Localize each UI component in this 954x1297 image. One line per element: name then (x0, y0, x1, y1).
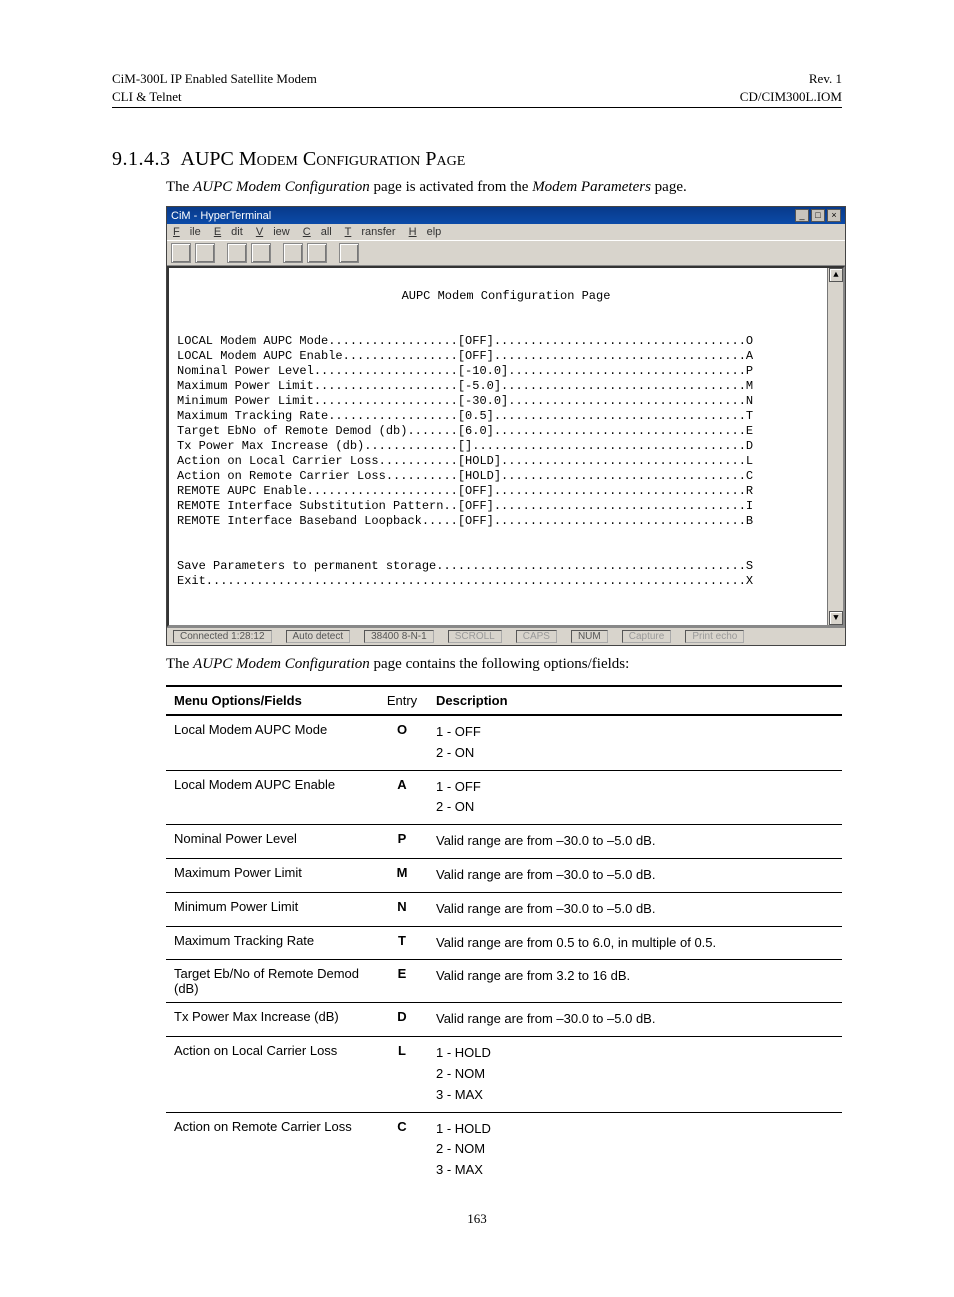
scroll-up-icon[interactable]: ▲ (829, 268, 843, 282)
cell-entry: T (376, 926, 428, 960)
cell-field: Target Eb/No of Remote Demod (dB) (166, 960, 376, 1003)
menu-edit[interactable]: Edit (214, 226, 243, 238)
menu-file[interactable]: File (173, 226, 201, 238)
section-title-text: AUPC Modem Configuration Page (181, 148, 466, 170)
status-caps: CAPS (516, 630, 557, 643)
cell-desc: 1 - HOLD 2 - NOM 3 - MAX (428, 1037, 842, 1112)
header-left-line1: CiM-300L IP Enabled Satellite Modem (112, 70, 317, 88)
menubar[interactable]: File Edit View Call Transfer Help (167, 224, 845, 240)
cell-field: Maximum Tracking Rate (166, 926, 376, 960)
header-left-line2: CLI & Telnet (112, 88, 317, 106)
cell-desc: 1 - HOLD 2 - NOM 3 - MAX (428, 1112, 842, 1187)
toolbar-btn-1[interactable] (171, 243, 191, 263)
cell-desc: Valid range are from 0.5 to 6.0, in mult… (428, 926, 842, 960)
hyperterminal-window: CiM - HyperTerminal _ □ × File Edit View… (166, 206, 846, 646)
section-number: 9.1.4.3 (112, 148, 171, 170)
status-printecho: Print echo (685, 630, 744, 643)
cell-field: Local Modem AUPC Mode (166, 715, 376, 770)
cell-entry: D (376, 1003, 428, 1037)
minimize-icon[interactable]: _ (795, 209, 809, 222)
cell-entry: E (376, 960, 428, 1003)
table-row: Maximum Tracking RateT Valid range are f… (166, 926, 842, 960)
close-icon[interactable]: × (827, 209, 841, 222)
page-number: 163 (112, 1211, 842, 1227)
cell-entry: C (376, 1112, 428, 1187)
terminal-viewport[interactable]: AUPC Modem Configuration Page LOCAL Mode… (167, 266, 845, 627)
col-header-entry: Entry (376, 686, 428, 715)
toolbar-btn-6[interactable] (307, 243, 327, 263)
titlebar: CiM - HyperTerminal _ □ × (167, 207, 845, 224)
table-row: Maximum Power LimitM Valid range are fro… (166, 859, 842, 893)
cell-desc: Valid range are from –30.0 to –5.0 dB. (428, 892, 842, 926)
cell-field: Nominal Power Level (166, 825, 376, 859)
cell-field: Maximum Power Limit (166, 859, 376, 893)
col-header-desc: Description (428, 686, 842, 715)
cell-desc: 1 - OFF 2 - ON (428, 770, 842, 825)
menu-view[interactable]: View (256, 226, 290, 238)
table-row: Action on Remote Carrier LossC 1 - HOLD … (166, 1112, 842, 1187)
status-num: NUM (571, 630, 608, 643)
header-left: CiM-300L IP Enabled Satellite Modem CLI … (112, 70, 317, 105)
cell-desc: 1 - OFF 2 - ON (428, 715, 842, 770)
window-title: CiM - HyperTerminal (171, 210, 271, 222)
options-table: Menu Options/Fields Entry Description Lo… (166, 685, 842, 1187)
status-baud: 38400 8-N-1 (364, 630, 434, 643)
note-paragraph: The AUPC Modem Configuration page contai… (166, 656, 842, 673)
intro-paragraph: The AUPC Modem Configuration page is act… (166, 179, 842, 196)
header-right-line2: CD/CIM300L.IOM (740, 88, 842, 106)
scrollbar[interactable]: ▲ ▼ (827, 268, 843, 625)
status-detect: Auto detect (286, 630, 351, 643)
cell-field: Minimum Power Limit (166, 892, 376, 926)
cell-entry: O (376, 715, 428, 770)
cell-field: Tx Power Max Increase (dB) (166, 1003, 376, 1037)
cell-field: Action on Local Carrier Loss (166, 1037, 376, 1112)
toolbar-btn-2[interactable] (195, 243, 215, 263)
section-heading: 9.1.4.3 AUPC Modem Configuration Page (112, 148, 842, 171)
table-row: Minimum Power LimitN Valid range are fro… (166, 892, 842, 926)
status-capture: Capture (622, 630, 672, 643)
cell-desc: Valid range are from 3.2 to 16 dB. (428, 960, 842, 1003)
cell-entry: L (376, 1037, 428, 1112)
menu-call[interactable]: Call (303, 226, 332, 238)
cell-field: Action on Remote Carrier Loss (166, 1112, 376, 1187)
table-row: Nominal Power LevelP Valid range are fro… (166, 825, 842, 859)
cell-entry: P (376, 825, 428, 859)
table-row: Tx Power Max Increase (dB)D Valid range … (166, 1003, 842, 1037)
status-connected: Connected 1:28:12 (173, 630, 272, 643)
menu-transfer[interactable]: Transfer (345, 226, 396, 238)
table-row: Action on Local Carrier LossL 1 - HOLD 2… (166, 1037, 842, 1112)
scroll-down-icon[interactable]: ▼ (829, 611, 843, 625)
cell-entry: N (376, 892, 428, 926)
table-row: Target Eb/No of Remote Demod (dB)E Valid… (166, 960, 842, 1003)
terminal-screenshot: CiM - HyperTerminal _ □ × File Edit View… (166, 206, 842, 646)
toolbar-btn-5[interactable] (283, 243, 303, 263)
cell-entry: M (376, 859, 428, 893)
status-scroll: SCROLL (448, 630, 502, 643)
toolbar-btn-4[interactable] (251, 243, 271, 263)
page-header: CiM-300L IP Enabled Satellite Modem CLI … (112, 70, 842, 108)
col-header-field: Menu Options/Fields (166, 686, 376, 715)
cell-field: Local Modem AUPC Enable (166, 770, 376, 825)
cell-entry: A (376, 770, 428, 825)
cell-desc: Valid range are from –30.0 to –5.0 dB. (428, 1003, 842, 1037)
cell-desc: Valid range are from –30.0 to –5.0 dB. (428, 825, 842, 859)
toolbar-btn-3[interactable] (227, 243, 247, 263)
header-right: Rev. 1 CD/CIM300L.IOM (740, 70, 842, 105)
header-right-line1: Rev. 1 (740, 70, 842, 88)
terminal-page-title: AUPC Modem Configuration Page (177, 289, 835, 304)
toolbar (167, 240, 845, 266)
table-header-row: Menu Options/Fields Entry Description (166, 686, 842, 715)
table-row: Local Modem AUPC ModeO 1 - OFF 2 - ON (166, 715, 842, 770)
toolbar-btn-7[interactable] (339, 243, 359, 263)
menu-help[interactable]: Help (409, 226, 442, 238)
table-row: Local Modem AUPC EnableA 1 - OFF 2 - ON (166, 770, 842, 825)
terminal-body: LOCAL Modem AUPC Mode..................[… (177, 334, 753, 588)
cell-desc: Valid range are from –30.0 to –5.0 dB. (428, 859, 842, 893)
maximize-icon[interactable]: □ (811, 209, 825, 222)
statusbar: Connected 1:28:12 Auto detect 38400 8-N-… (167, 627, 845, 645)
